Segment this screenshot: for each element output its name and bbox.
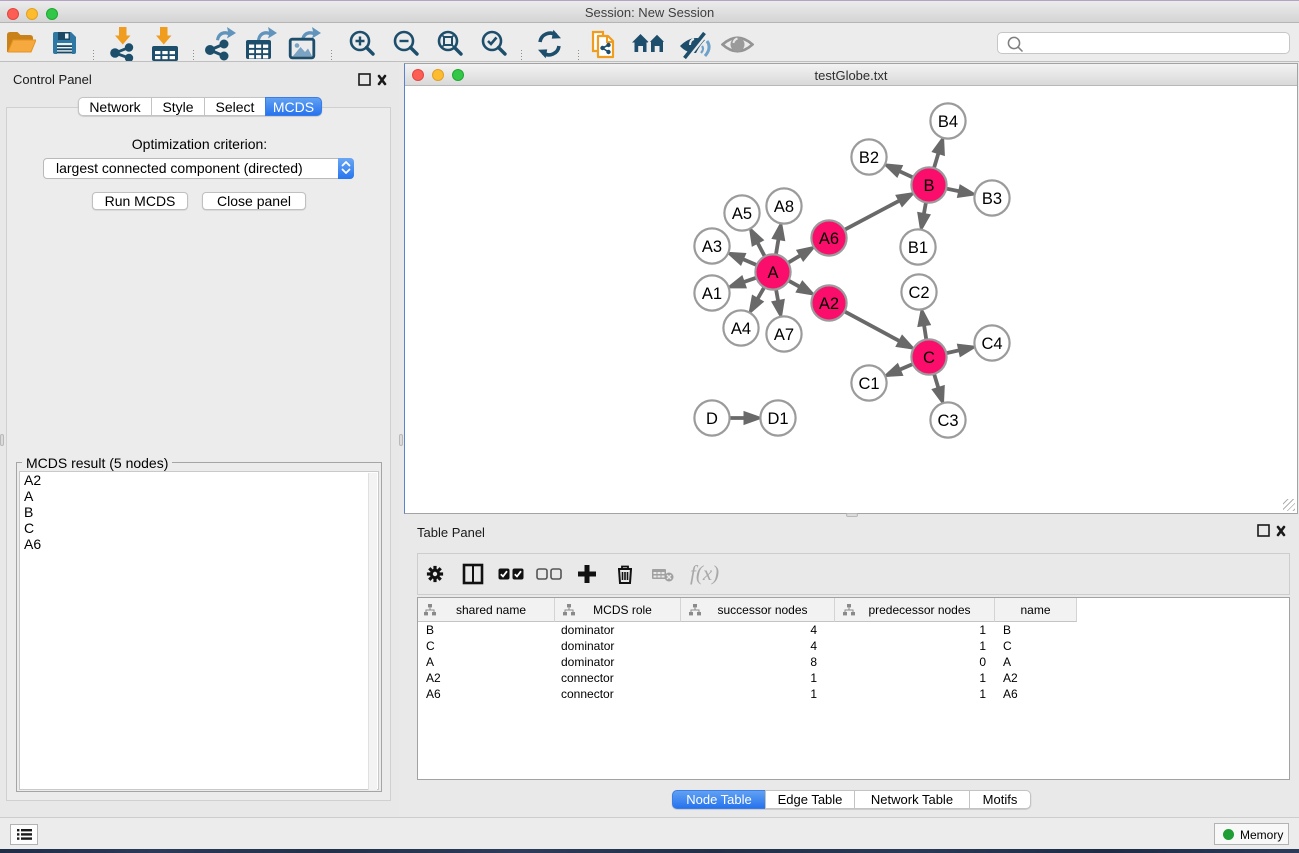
svg-text:A7: A7	[774, 326, 794, 344]
svg-text:B3: B3	[982, 190, 1002, 208]
svg-text:C3: C3	[937, 412, 958, 430]
svg-text:C4: C4	[981, 335, 1002, 353]
svg-text:A2: A2	[819, 295, 839, 313]
svg-text:D1: D1	[767, 410, 788, 428]
svg-text:A8: A8	[774, 198, 794, 216]
svg-text:A4: A4	[731, 320, 751, 338]
svg-text:A: A	[767, 264, 778, 282]
svg-text:D: D	[706, 410, 718, 428]
svg-text:B: B	[923, 177, 934, 195]
svg-text:A5: A5	[732, 205, 752, 223]
svg-text:B4: B4	[938, 113, 958, 131]
svg-text:B1: B1	[908, 239, 928, 257]
svg-text:A3: A3	[702, 238, 722, 256]
svg-text:A1: A1	[702, 285, 722, 303]
svg-text:C1: C1	[858, 375, 879, 393]
svg-text:A6: A6	[819, 230, 839, 248]
svg-text:C2: C2	[908, 284, 929, 302]
svg-text:B2: B2	[859, 149, 879, 167]
svg-text:C: C	[923, 349, 935, 367]
